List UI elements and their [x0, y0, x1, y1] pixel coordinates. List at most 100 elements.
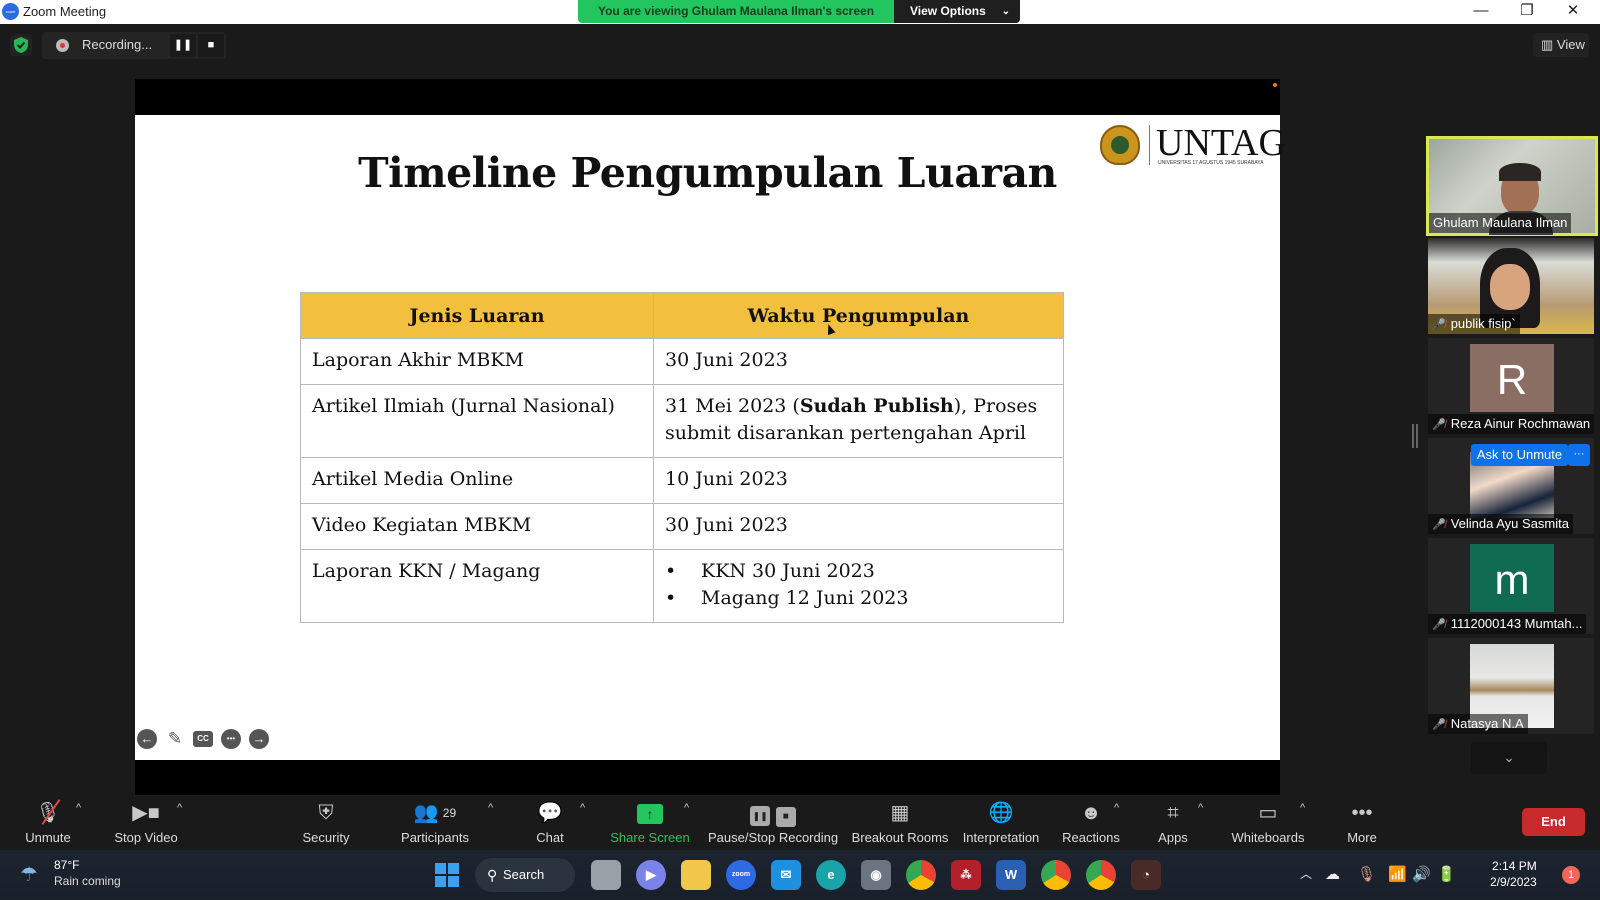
time-list-item: KKN 30 Juni 2023: [665, 558, 1052, 585]
teams-chat-icon[interactable]: ▶: [636, 860, 666, 890]
table-row: Laporan KKN / Magang KKN 30 Juni 2023 Ma…: [300, 549, 1064, 623]
mail-icon[interactable]: ✉: [771, 860, 801, 890]
participant-tile[interactable]: Ghulam Maulana Ilman: [1426, 136, 1598, 236]
participant-tile[interactable]: 🎤̸ publik fisip`: [1428, 238, 1594, 334]
time-bold: Sudah Publish: [799, 395, 954, 417]
task-view-icon[interactable]: [591, 860, 621, 890]
more-options-icon[interactable]: •••: [221, 729, 241, 749]
recorder-icon[interactable]: ◔: [1131, 860, 1161, 890]
view-options-label: View Options: [910, 4, 986, 18]
video-camera-icon: ▶■: [132, 802, 160, 824]
cell-type: Laporan KKN / Magang: [300, 549, 654, 623]
slideshow-controls: ← ✎ CC ••• →: [137, 729, 269, 753]
restore-button[interactable]: ❐: [1504, 0, 1550, 24]
participant-name: Ghulam Maulana Ilman: [1429, 213, 1572, 233]
notification-badge[interactable]: 1: [1562, 866, 1580, 884]
participant-avatar: m: [1470, 544, 1554, 612]
participants-icon: 👥 29: [413, 802, 457, 824]
file-explorer-icon[interactable]: [681, 860, 711, 890]
cell-time: 30 Juni 2023: [653, 503, 1064, 550]
view-layout-icon: ▥: [1541, 37, 1554, 52]
recording-indicator: Recording... ❚❚ ■: [42, 32, 226, 59]
header-waktu-pengumpulan: Waktu Pengumpulan: [653, 292, 1064, 339]
apps-options-caret[interactable]: ^: [1198, 802, 1203, 814]
chevron-down-icon: ⌄: [1001, 6, 1010, 17]
mic-muted-icon: 🎙: [18, 799, 78, 827]
next-slide-icon[interactable]: →: [249, 729, 269, 749]
whiteboards-options-caret[interactable]: ^: [1300, 802, 1305, 814]
participant-tile[interactable]: 🎤̸ Natasya N.A: [1428, 638, 1594, 734]
stop-video-button[interactable]: ▶■ Stop Video: [108, 795, 184, 850]
onedrive-error-icon[interactable]: ☁: [1325, 865, 1340, 883]
participants-options-caret[interactable]: ^: [488, 802, 493, 814]
mendeley-icon[interactable]: ⁂: [951, 860, 981, 890]
share-screen-button[interactable]: ↑ Share Screen: [608, 795, 692, 850]
weather-widget[interactable]: ☂ 87°F Rain coming: [20, 858, 150, 892]
pause-stop-recording-label: Pause/Stop Recording: [708, 830, 839, 845]
gallery-scroll-down-button[interactable]: ⌄: [1471, 742, 1547, 774]
minimize-button[interactable]: —: [1458, 0, 1504, 24]
more-button[interactable]: ••• More: [1338, 795, 1386, 850]
chrome-icon[interactable]: [906, 860, 936, 890]
participant-tile[interactable]: R 🎤̸ Reza Ainur Rochmawan: [1428, 338, 1594, 434]
chrome-profile-p-icon[interactable]: [1086, 860, 1116, 890]
close-button[interactable]: ✕: [1550, 0, 1596, 24]
windows-taskbar: ☂ 87°F Rain coming ⚲ Search ▶ zoom ✉ e ◉…: [0, 850, 1600, 900]
stop-recording-button[interactable]: ■: [198, 34, 224, 57]
recording-dot-icon: [56, 39, 69, 52]
taskbar-search[interactable]: ⚲ Search: [475, 858, 575, 892]
show-hidden-icons-chevron[interactable]: ︿: [1300, 865, 1312, 882]
captions-icon[interactable]: CC: [193, 731, 213, 747]
microphone-in-use-icon[interactable]: 🎙: [1357, 865, 1376, 883]
chrome-profile-icon[interactable]: [1041, 860, 1071, 890]
ask-to-unmute-button[interactable]: Ask to Unmute: [1471, 444, 1568, 466]
chat-options-caret[interactable]: ^: [580, 802, 585, 814]
participant-name-text: 1112000143 Mumtah...: [1450, 616, 1583, 631]
unmute-button[interactable]: 🎙 Unmute: [18, 795, 78, 850]
wifi-icon[interactable]: 📶: [1388, 865, 1407, 883]
table-row: Laporan Akhir MBKM 30 Juni 2023: [300, 338, 1064, 385]
participants-button[interactable]: 👥 29 Participants: [395, 795, 475, 850]
chat-button[interactable]: 💬 Chat: [525, 795, 575, 850]
whiteboards-label: Whiteboards: [1231, 830, 1305, 845]
whiteboards-button[interactable]: ▭ Whiteboards: [1226, 795, 1310, 850]
mic-muted-icon: 🎤̸: [1432, 419, 1446, 431]
volume-icon[interactable]: 🔊: [1412, 865, 1431, 883]
battery-charging-icon[interactable]: 🔋: [1437, 865, 1456, 883]
apps-button[interactable]: ⌗ Apps: [1150, 795, 1196, 850]
cell-type: Video Kegiatan MBKM: [300, 503, 654, 550]
apps-label: Apps: [1158, 830, 1188, 845]
window-title: Zoom Meeting: [23, 4, 107, 19]
video-options-caret[interactable]: ^: [177, 802, 182, 814]
search-label: Search: [503, 867, 545, 882]
camera-icon[interactable]: ◉: [861, 860, 891, 890]
end-meeting-button[interactable]: End: [1522, 808, 1585, 836]
zoom-logo-icon: zoom: [2, 3, 19, 20]
participant-tile[interactable]: m 🎤̸ 1112000143 Mumtah...: [1428, 538, 1594, 634]
meeting-toolbar: 🎙 Unmute ^ ▶■ Stop Video ^ ⛨ Security 👥2…: [0, 795, 1600, 850]
edge-browser-icon[interactable]: e: [816, 860, 846, 890]
view-options-button[interactable]: View Options ⌄: [894, 0, 1020, 23]
word-icon[interactable]: W: [996, 860, 1026, 890]
reactions-options-caret[interactable]: ^: [1114, 802, 1119, 814]
participant-more-button[interactable]: ···: [1568, 444, 1590, 466]
pause-recording-button[interactable]: ❚❚: [170, 34, 196, 57]
viewing-screen-banner: You are viewing Ghulam Maulana Ilman's s…: [578, 0, 894, 23]
previous-slide-icon[interactable]: ←: [137, 729, 157, 749]
pen-icon[interactable]: ✎: [165, 729, 185, 749]
pause-stop-icons: ❚❚ ■: [708, 799, 838, 827]
system-clock[interactable]: 2:14 PM 2/9/2023: [1490, 858, 1537, 890]
security-button[interactable]: ⛨ Security: [296, 795, 356, 850]
share-screen-label: Share Screen: [610, 830, 690, 845]
encryption-shield-icon[interactable]: [10, 34, 32, 56]
breakout-rooms-button[interactable]: ▦ Breakout Rooms: [850, 795, 950, 850]
pause-stop-recording-button[interactable]: ❚❚ ■ Pause/Stop Recording: [708, 795, 838, 850]
share-options-caret[interactable]: ^: [684, 802, 689, 814]
breakout-rooms-label: Breakout Rooms: [851, 830, 949, 845]
interpretation-button[interactable]: 🌐 Interpretation: [958, 795, 1044, 850]
audio-options-caret[interactable]: ^: [76, 802, 81, 814]
zoom-taskbar-icon[interactable]: zoom: [726, 860, 756, 890]
view-button[interactable]: ▥ View: [1533, 33, 1589, 57]
windows-start-icon[interactable]: [435, 863, 459, 887]
timeline-table: Jenis Luaran Waktu Pengumpulan Laporan A…: [300, 292, 1064, 623]
